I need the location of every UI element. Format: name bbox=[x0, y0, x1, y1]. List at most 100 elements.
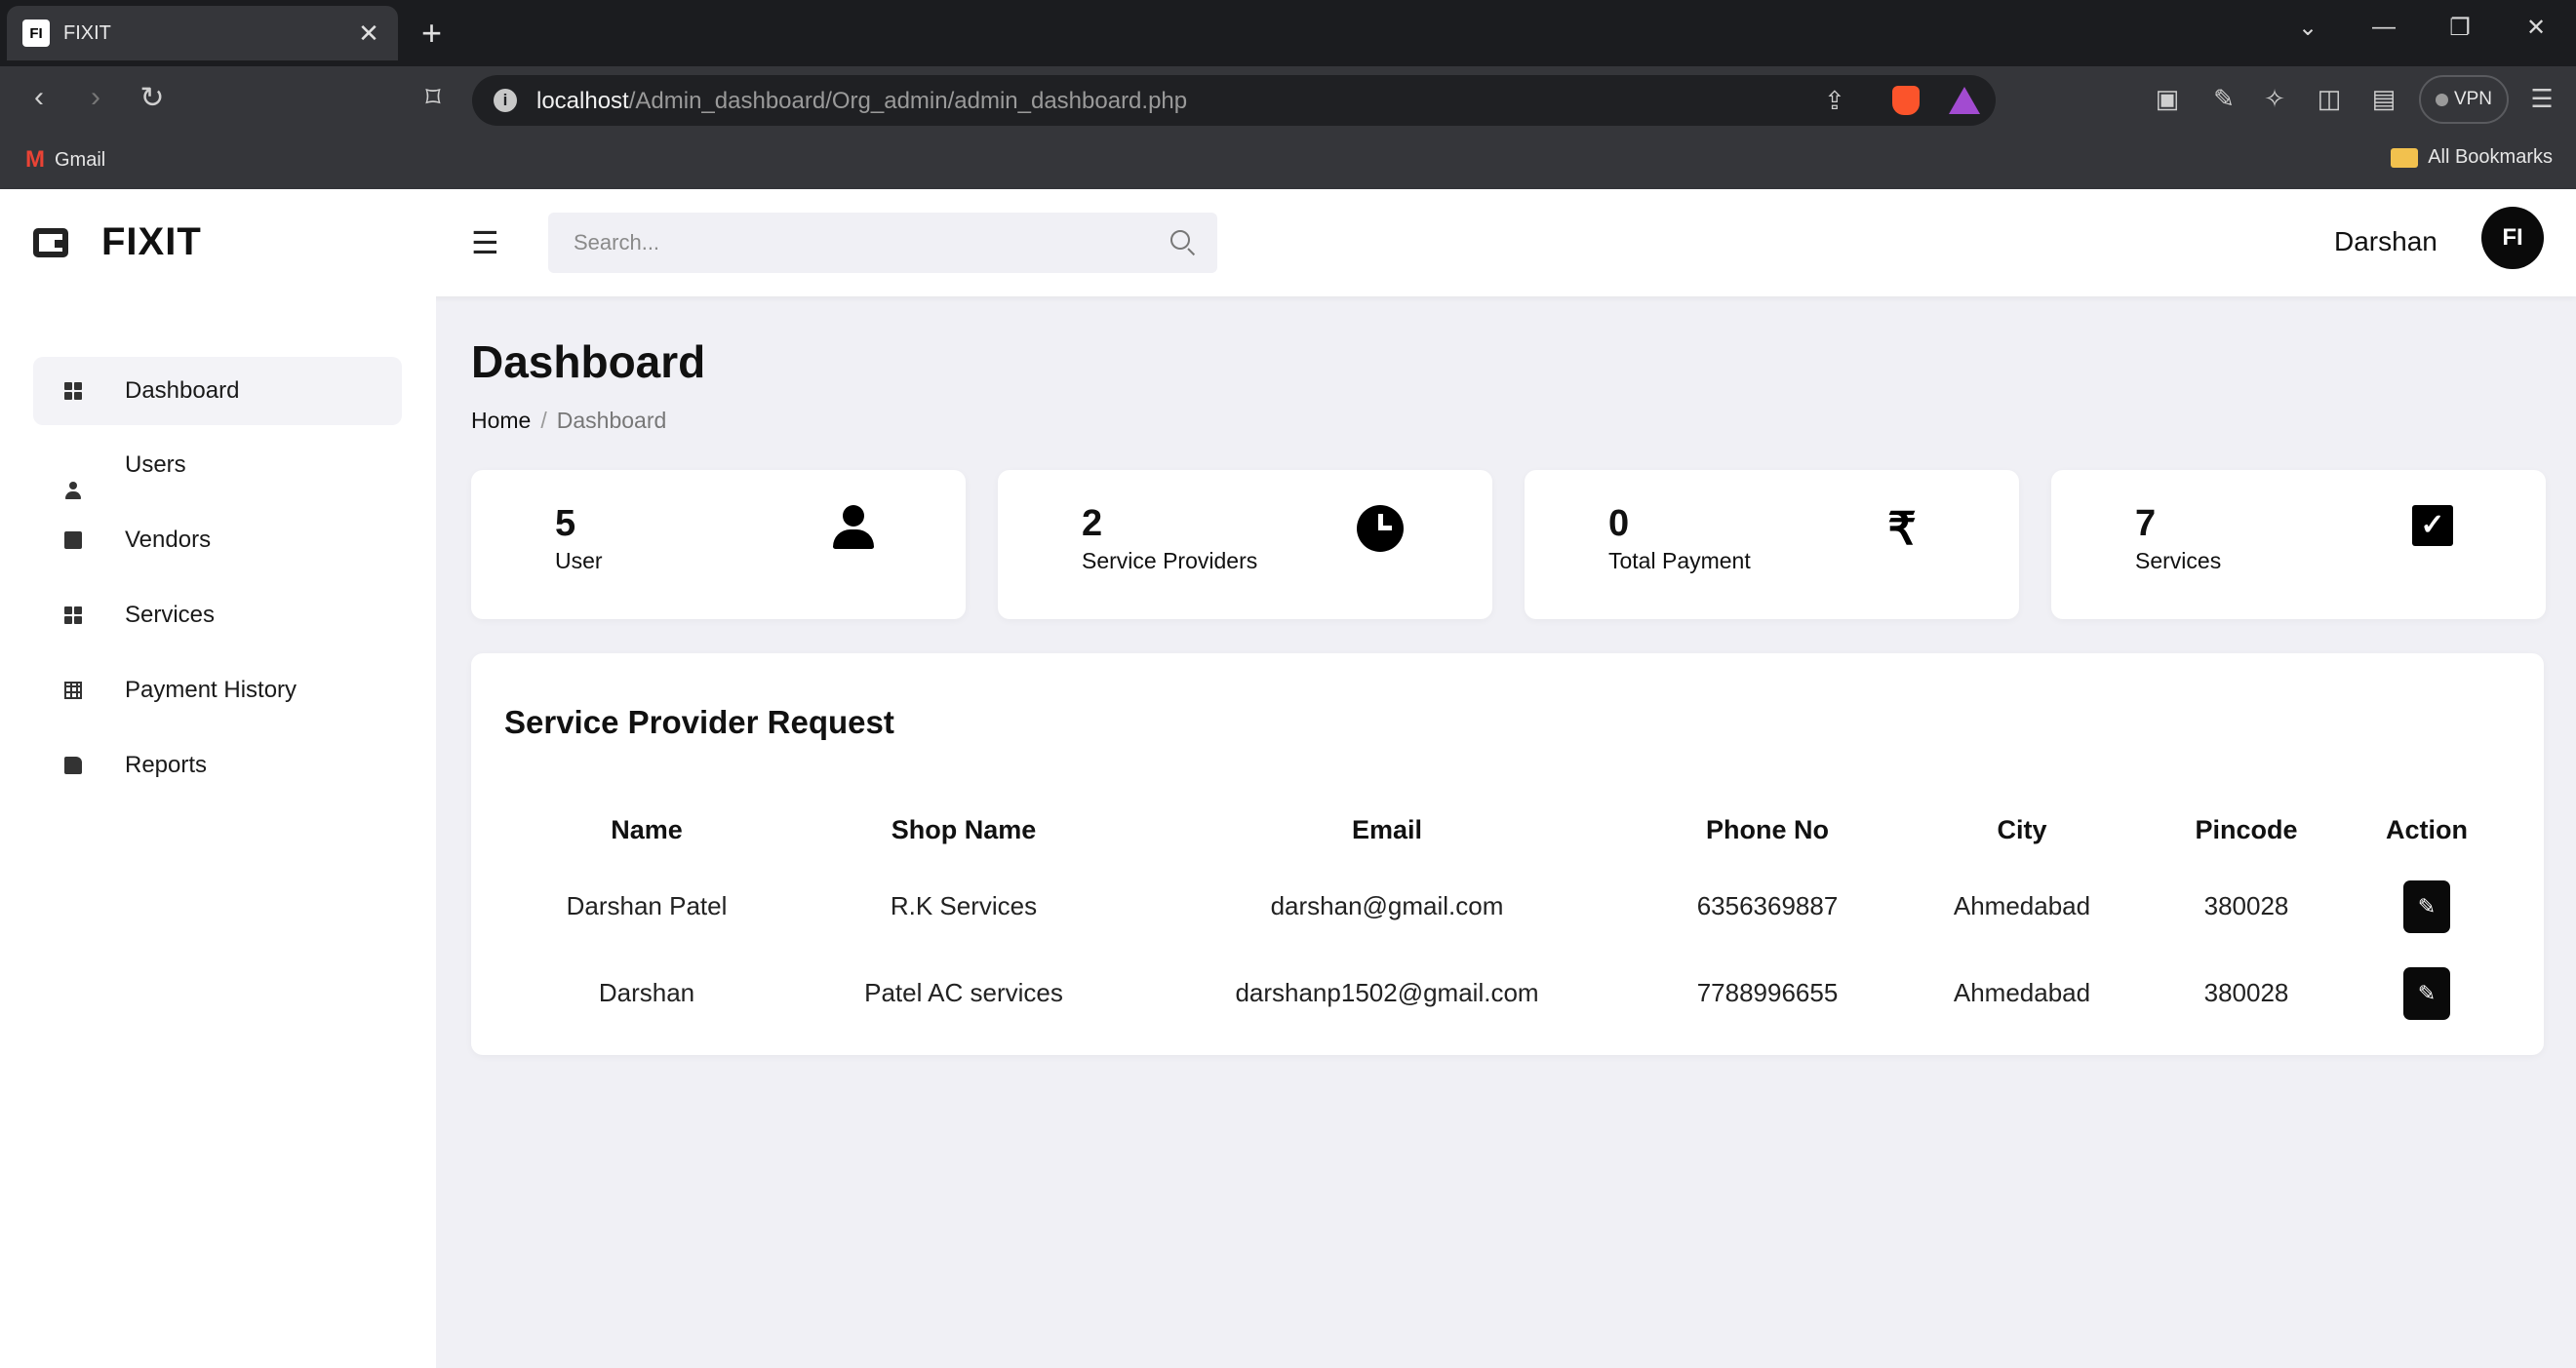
user-icon bbox=[64, 482, 82, 499]
edit-icon: ✎ bbox=[2417, 894, 2437, 919]
check-square-icon: ✓ bbox=[2412, 505, 2459, 552]
stat-card-total-payment: 0 Total Payment ₹ bbox=[1525, 470, 2019, 619]
wallet-icon[interactable]: ▤ bbox=[2366, 84, 2401, 114]
tab-close-icon[interactable]: ✕ bbox=[355, 19, 382, 49]
breadcrumb-separator: / bbox=[540, 408, 547, 433]
all-bookmarks[interactable]: All Bookmarks bbox=[2391, 146, 2553, 169]
browser-tab-bar: FI FIXIT ✕ + ⌄ — ❐ ✕ bbox=[0, 0, 2576, 66]
search-icon[interactable] bbox=[1170, 230, 1190, 250]
bookmarks-bar: M Gmail All Bookmarks bbox=[0, 135, 2576, 189]
wallet-logo-icon bbox=[33, 227, 68, 257]
url-path: /Admin_dashboard/Org_admin/admin_dashboa… bbox=[628, 88, 1188, 114]
stat-card-services: 7 Services ✓ bbox=[2051, 470, 2546, 619]
address-bar[interactable]: i localhost/Admin_dashboard/Org_admin/ad… bbox=[472, 75, 1996, 126]
bookmark-icon[interactable]: ⌑ bbox=[414, 81, 453, 115]
sidebar-item-label: Reports bbox=[125, 752, 208, 778]
search-bar bbox=[548, 213, 1217, 273]
stat-value: 5 bbox=[555, 503, 576, 544]
services-icon bbox=[64, 606, 82, 624]
cell-pincode: 380028 bbox=[2203, 891, 2289, 920]
share-icon[interactable]: ⇪ bbox=[1824, 86, 1845, 116]
table-icon bbox=[64, 682, 82, 699]
menu-icon[interactable]: ☰ bbox=[2524, 84, 2559, 114]
breadcrumb-home-link[interactable]: Home bbox=[471, 408, 531, 434]
sidebar-item-label: Services bbox=[125, 602, 216, 628]
restore-icon[interactable]: ❐ bbox=[2440, 14, 2479, 42]
page-title: Dashboard bbox=[471, 336, 706, 387]
vpn-status-icon bbox=[2435, 93, 2448, 106]
edit-button[interactable]: ✎ bbox=[2403, 967, 2450, 1020]
vpn-button[interactable]: VPN bbox=[2419, 75, 2509, 124]
cell-email: darshan@gmail.com bbox=[1270, 891, 1504, 920]
stat-label: Services bbox=[2135, 548, 2222, 573]
extensions-icon[interactable]: ✧ bbox=[2257, 84, 2292, 114]
vendor-icon bbox=[64, 531, 82, 549]
column-header: Name bbox=[611, 815, 683, 844]
sidebar-item-label: Users bbox=[125, 451, 186, 478]
brave-rewards-icon[interactable] bbox=[1949, 87, 1980, 114]
column-header: Action bbox=[2386, 815, 2468, 844]
sidebar-item-label: Payment History bbox=[125, 677, 297, 703]
check-glyph: ✓ bbox=[2412, 505, 2453, 546]
column-header: Email bbox=[1351, 815, 1423, 844]
site-info-icon[interactable]: i bbox=[494, 89, 517, 112]
clock-icon bbox=[1357, 505, 1404, 552]
brave-shields-icon[interactable] bbox=[1892, 86, 1920, 115]
tab-search-icon[interactable]: ⌄ bbox=[2288, 14, 2327, 42]
dashboard-icon bbox=[64, 382, 82, 400]
window-close-icon[interactable]: ✕ bbox=[2517, 14, 2556, 42]
report-icon bbox=[64, 757, 82, 774]
vpn-label: VPN bbox=[2453, 89, 2493, 109]
app-header: FIXIT ☰ Darshan FI bbox=[0, 189, 2576, 296]
extension-pin-icon[interactable]: ✎ bbox=[2206, 84, 2241, 114]
sidebar: Dashboard Users Vendors Services Payment… bbox=[0, 296, 436, 1368]
sidebar-item-payment-history[interactable]: Payment History bbox=[33, 656, 402, 724]
sidebar-toggle-hamburger-icon[interactable]: ☰ bbox=[471, 224, 499, 261]
all-bookmarks-label: All Bookmarks bbox=[2428, 146, 2553, 168]
edit-icon: ✎ bbox=[2417, 981, 2437, 1005]
new-tab-icon[interactable]: + bbox=[421, 12, 442, 55]
stat-value: 7 bbox=[2135, 503, 2157, 544]
breadcrumb: Home / Dashboard bbox=[471, 408, 666, 434]
url-host: localhost bbox=[536, 88, 629, 114]
browser-tab[interactable]: FI FIXIT ✕ bbox=[7, 6, 398, 60]
service-provider-request-card: Service Provider Request Name Shop Name … bbox=[471, 653, 2544, 1055]
minimize-icon[interactable]: — bbox=[2364, 14, 2403, 41]
stat-value: 0 bbox=[1608, 503, 1630, 544]
tab-favicon-icon: FI bbox=[22, 20, 50, 47]
cell-email: darshanp1502@gmail.com bbox=[1235, 978, 1539, 1007]
breadcrumb-current: Dashboard bbox=[556, 408, 667, 433]
sidebar-item-services[interactable]: Services bbox=[33, 581, 402, 649]
bookmark-gmail[interactable]: M Gmail bbox=[25, 146, 105, 174]
edit-button[interactable]: ✎ bbox=[2403, 880, 2450, 933]
stat-card-service-providers: 2 Service Providers bbox=[998, 470, 1492, 619]
sidebar-item-vendors[interactable]: Vendors bbox=[33, 506, 402, 574]
sidebar-item-users[interactable]: Users bbox=[33, 431, 402, 499]
stat-value: 2 bbox=[1082, 503, 1103, 544]
search-input[interactable] bbox=[548, 213, 1217, 273]
stat-label: User bbox=[555, 548, 603, 573]
sidebar-item-label: Dashboard bbox=[125, 377, 240, 404]
browser-toolbar: ‹ › ↻ ⌑ i localhost/Admin_dashboard/Org_… bbox=[0, 66, 2576, 135]
user-name[interactable]: Darshan bbox=[2334, 226, 2437, 257]
brand-logo[interactable]: FIXIT bbox=[33, 220, 202, 264]
media-icon[interactable]: ▣ bbox=[2150, 84, 2185, 114]
sidebar-toggle-icon[interactable]: ◫ bbox=[2312, 84, 2347, 114]
gmail-icon: M bbox=[25, 146, 45, 173]
back-icon[interactable]: ‹ bbox=[20, 81, 59, 114]
rupee-icon: ₹ bbox=[1887, 503, 1917, 554]
card-title: Service Provider Request bbox=[504, 704, 894, 740]
stat-label: Service Providers bbox=[1082, 548, 1258, 573]
user-icon bbox=[830, 505, 877, 552]
stat-label: Total Payment bbox=[1608, 548, 1751, 573]
column-header: Shop Name bbox=[891, 815, 1037, 844]
sidebar-item-dashboard[interactable]: Dashboard bbox=[33, 357, 402, 425]
cell-shop-name: Patel AC services bbox=[864, 978, 1063, 1007]
tab-title: FIXIT bbox=[63, 21, 111, 44]
forward-icon[interactable]: › bbox=[76, 81, 115, 114]
bookmark-label: Gmail bbox=[55, 148, 106, 171]
reload-icon[interactable]: ↻ bbox=[133, 81, 172, 115]
sidebar-item-reports[interactable]: Reports bbox=[33, 731, 402, 800]
avatar[interactable]: FI bbox=[2481, 207, 2544, 269]
address-url: localhost/Admin_dashboard/Org_admin/admi… bbox=[536, 88, 1187, 115]
